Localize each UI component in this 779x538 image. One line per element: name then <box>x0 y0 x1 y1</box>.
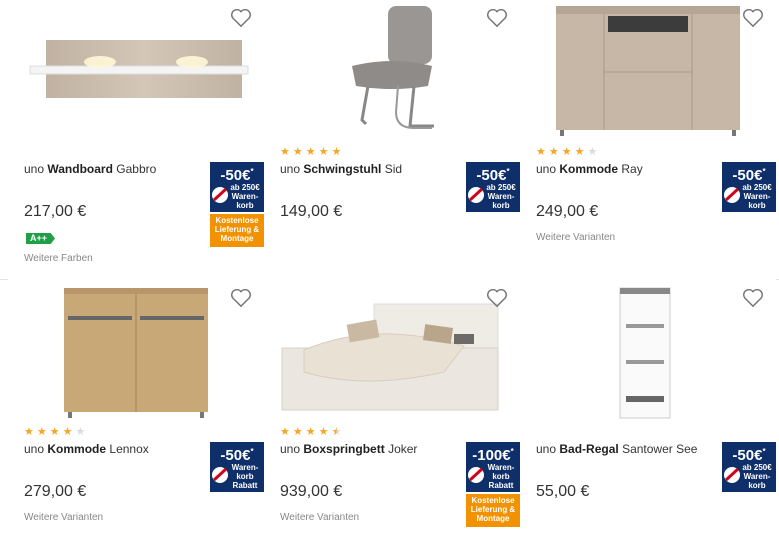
discount-badge: -50€* ab 250€ Waren-korb <box>722 162 776 212</box>
product-card[interactable]: ★ ★ ★ ★ ★ uno Kommode Ray 249,00 € Weitere V… <box>520 0 776 280</box>
delivery-badge: Kostenlose Lieferung & Montage <box>210 214 264 247</box>
wishlist-heart-icon[interactable] <box>486 288 508 308</box>
star-icon: ★ <box>36 426 47 438</box>
variants-link[interactable]: Weitere Varianten <box>24 512 103 523</box>
variants-link[interactable]: Weitere Varianten <box>536 232 615 243</box>
rating-stars: ★ ★ ★ ★ ★ <box>280 146 342 158</box>
star-icon: ★ <box>49 426 60 438</box>
star-icon: ★ <box>318 426 329 438</box>
product-card[interactable]: uno Bad-Regal Santower See 55,00 € -50€*… <box>520 280 776 538</box>
wishlist-heart-icon[interactable] <box>742 8 764 28</box>
star-icon: ★ <box>305 426 316 438</box>
rating-stars: ★ ★ ★ ★ ★ <box>280 426 342 438</box>
wishlist-heart-icon[interactable] <box>230 8 252 28</box>
discount-badge: -50€* ab 250€ Waren-korb <box>722 442 776 492</box>
wishlist-heart-icon[interactable] <box>486 8 508 28</box>
star-half-icon: ★ <box>331 426 342 438</box>
delivery-badge: Kostenlose Lieferung & Montage <box>466 494 520 527</box>
wishlist-heart-icon[interactable] <box>742 288 764 308</box>
star-icon: ★ <box>75 426 86 438</box>
product-price: 939,00 € <box>280 483 343 500</box>
energy-label[interactable]: A++ <box>26 233 56 244</box>
product-price: 249,00 € <box>536 203 599 220</box>
variants-link[interactable]: Weitere Farben <box>24 253 93 264</box>
star-icon: ★ <box>318 146 329 158</box>
product-image[interactable] <box>520 0 776 145</box>
discount-badge: -50€* ab 250€ Waren-korb <box>210 162 264 212</box>
product-title[interactable]: uno Kommode Lennox <box>24 442 199 456</box>
product-price: 149,00 € <box>280 203 343 220</box>
product-image[interactable] <box>264 0 520 145</box>
product-image[interactable] <box>264 280 520 425</box>
discount-badge: -50€* ab 250€ Waren-korb <box>466 162 520 212</box>
product-card[interactable]: ★ ★ ★ ★ ★ uno Kommode Lennox 279,00 € Weiter… <box>8 280 264 538</box>
product-card[interactable]: ★ ★ ★ ★ ★ uno Boxspringbett Joker 939,00 € W… <box>264 280 520 538</box>
product-price: 279,00 € <box>24 483 87 500</box>
discount-badge: -50€* Waren-korb Rabatt <box>210 442 264 492</box>
product-image[interactable] <box>520 280 776 425</box>
discount-badge: -100€* Waren-korb Rabatt <box>466 442 520 492</box>
product-card[interactable]: uno Wandboard Gabbro 217,00 € A++ Weiter… <box>8 0 264 280</box>
rating-stars: ★ ★ ★ ★ ★ <box>24 426 86 438</box>
star-icon: ★ <box>292 146 303 158</box>
product-price: 217,00 € <box>24 203 87 220</box>
product-title[interactable]: uno Boxspringbett Joker <box>280 442 455 456</box>
product-grid: uno Wandboard Gabbro 217,00 € A++ Weiter… <box>0 0 779 538</box>
star-icon: ★ <box>548 146 559 158</box>
product-card[interactable]: ★ ★ ★ ★ ★ uno Schwingstuhl Sid 149,00 € -50€… <box>264 0 520 280</box>
star-icon: ★ <box>62 426 73 438</box>
star-icon: ★ <box>536 146 546 158</box>
product-title[interactable]: uno Wandboard Gabbro <box>24 162 199 176</box>
star-icon: ★ <box>561 146 572 158</box>
product-title[interactable]: uno Bad-Regal Santower See <box>536 442 711 456</box>
product-title[interactable]: uno Schwingstuhl Sid <box>280 162 455 176</box>
star-icon: ★ <box>280 146 290 158</box>
star-icon: ★ <box>280 426 290 438</box>
star-icon: ★ <box>305 146 316 158</box>
product-image[interactable] <box>8 0 264 145</box>
star-icon: ★ <box>587 146 598 158</box>
star-icon: ★ <box>574 146 585 158</box>
variants-link[interactable]: Weitere Varianten <box>280 512 359 523</box>
star-icon: ★ <box>292 426 303 438</box>
product-title[interactable]: uno Kommode Ray <box>536 162 711 176</box>
product-image[interactable] <box>8 280 264 425</box>
star-icon: ★ <box>24 426 34 438</box>
wishlist-heart-icon[interactable] <box>230 288 252 308</box>
rating-stars: ★ ★ ★ ★ ★ <box>536 146 598 158</box>
product-price: 55,00 € <box>536 483 590 500</box>
star-icon: ★ <box>331 146 342 158</box>
